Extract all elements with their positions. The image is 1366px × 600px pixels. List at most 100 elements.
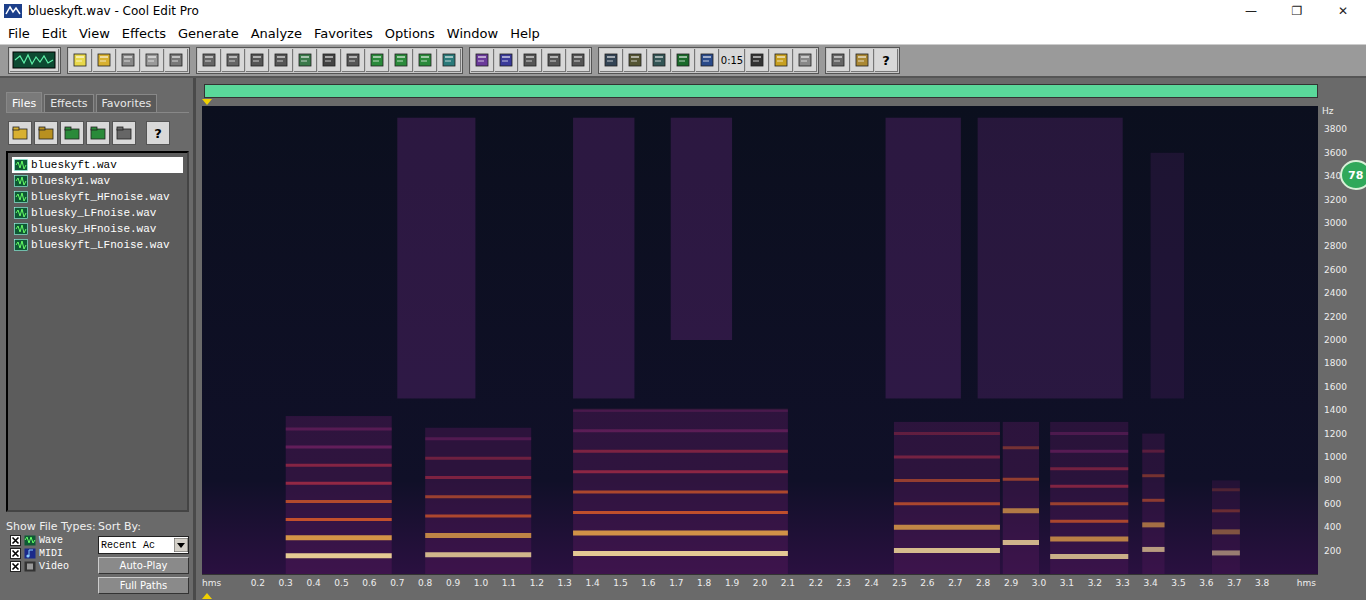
option-button[interactable]: Auto-Play	[98, 557, 189, 574]
toolbar-group	[8, 47, 61, 74]
file-item[interactable]: bluesky_HFnoise.wav	[12, 221, 183, 237]
marker-row	[202, 592, 1366, 600]
open-append-button[interactable]	[34, 121, 58, 145]
overview-range-fill	[205, 85, 1317, 97]
copy-button[interactable]	[294, 49, 317, 72]
meters-button[interactable]	[746, 49, 769, 72]
start-marker-icon[interactable]	[202, 99, 212, 105]
undo-button[interactable]	[198, 49, 221, 72]
menu-item[interactable]: Edit	[36, 26, 73, 41]
frequency-tick: 3200	[1324, 195, 1347, 205]
harmonic-band	[1212, 488, 1240, 491]
window-control-button[interactable]: ✕	[1320, 0, 1366, 22]
checkbox-icon[interactable]	[10, 548, 21, 559]
script-button[interactable]	[851, 49, 874, 72]
harmonic-band	[425, 476, 531, 479]
window-a-button[interactable]	[600, 49, 623, 72]
grid-c-button[interactable]	[567, 49, 590, 72]
file-type-option[interactable]: MIDI	[6, 548, 92, 559]
menu-item[interactable]: Generate	[172, 26, 245, 41]
menu-item[interactable]: View	[73, 26, 116, 41]
redo-button[interactable]	[222, 49, 245, 72]
settings-button[interactable]	[827, 49, 850, 72]
overview-range-bar[interactable]	[204, 84, 1318, 98]
menu-item[interactable]: Options	[379, 26, 441, 41]
zoom-tool-button[interactable]	[438, 49, 461, 72]
file-item[interactable]: blueskyft.wav	[12, 157, 183, 173]
dropdown-arrow-icon[interactable]	[174, 538, 188, 552]
organizer-tab[interactable]: Effects	[44, 94, 93, 112]
file-item[interactable]: blueskyft_LFnoise.wav	[12, 237, 183, 253]
window-b-button[interactable]	[624, 49, 647, 72]
menu-item[interactable]: Analyze	[245, 26, 308, 41]
frequency-tick: 1600	[1324, 382, 1347, 392]
window-c-button[interactable]	[648, 49, 671, 72]
cut-button[interactable]	[318, 49, 341, 72]
zoom-button[interactable]	[696, 49, 719, 72]
trim-button[interactable]	[414, 49, 437, 72]
paste-new-button[interactable]	[366, 49, 389, 72]
frequency-tick: 3000	[1324, 218, 1347, 228]
paste-button[interactable]	[342, 49, 365, 72]
harmonic-band	[1212, 550, 1240, 555]
open-folder-button[interactable]	[8, 121, 32, 145]
option-button[interactable]: Full Paths	[98, 577, 189, 594]
organizer-tab[interactable]: Favorites	[96, 94, 158, 112]
window-control-button[interactable]: —	[1228, 0, 1274, 22]
harmonic-band	[894, 502, 1000, 505]
harmonic-band	[1050, 502, 1128, 505]
end-marker-icon[interactable]	[202, 593, 212, 599]
time-button[interactable]: 0:15	[720, 49, 745, 72]
crop-button[interactable]	[270, 49, 293, 72]
time-unit: hms	[1297, 578, 1316, 588]
close-file-button[interactable]	[165, 49, 188, 72]
floating-badge[interactable]: 78	[1340, 160, 1366, 190]
blank-button[interactable]	[794, 49, 817, 72]
harmonic-band	[1050, 554, 1128, 559]
play-button[interactable]	[672, 49, 695, 72]
sort-by-dropdown[interactable]: Recent Ac	[98, 536, 189, 554]
file-type-option[interactable]: Video	[6, 561, 92, 572]
menu-item[interactable]: Help	[504, 26, 546, 41]
file-type-option[interactable]: Wave	[6, 535, 92, 546]
wave-file-icon	[14, 191, 28, 203]
voiced-energy-region	[573, 410, 788, 574]
organizer-tab[interactable]: Files	[6, 92, 42, 112]
repeat-button[interactable]	[246, 49, 269, 72]
waveform-view-button[interactable]	[10, 49, 59, 72]
close-selected-button[interactable]	[60, 121, 84, 145]
mix-paste-button[interactable]	[390, 49, 413, 72]
file-item[interactable]: blueskyft_HFnoise.wav	[12, 189, 183, 205]
menu-item[interactable]: Effects	[116, 26, 172, 41]
menu-item[interactable]: Favorites	[308, 26, 379, 41]
undo-icon	[201, 52, 217, 68]
harmonic-band	[573, 531, 788, 536]
checkbox-icon[interactable]	[10, 535, 21, 546]
open-file-button[interactable]	[93, 49, 116, 72]
checklist-icon	[498, 52, 514, 68]
save-as-button[interactable]	[141, 49, 164, 72]
multitrack-button[interactable]	[471, 49, 494, 72]
level-button[interactable]	[770, 49, 793, 72]
save-file-button[interactable]	[117, 49, 140, 72]
organizer-panel: FilesEffectsFavorites?blueskyft.wavblues…	[0, 78, 196, 600]
close-all-button[interactable]	[86, 121, 110, 145]
checklist-button[interactable]	[495, 49, 518, 72]
menu-item[interactable]: File	[2, 26, 36, 41]
file-item[interactable]: bluesky_LFnoise.wav	[12, 205, 183, 221]
file-item[interactable]: bluesky1.wav	[12, 173, 183, 189]
frequency-tick: 2400	[1324, 288, 1347, 298]
help-button[interactable]: ?	[875, 49, 898, 72]
checkbox-icon[interactable]	[10, 561, 21, 572]
spectrogram-chart[interactable]	[202, 106, 1318, 574]
wave-file-icon	[14, 239, 28, 251]
new-file-button[interactable]	[69, 49, 92, 72]
edit-file-button[interactable]	[112, 121, 136, 145]
zoom-icon	[699, 52, 715, 68]
grid-a-button[interactable]	[519, 49, 542, 72]
window-control-button[interactable]: ❐	[1274, 0, 1320, 22]
show-file-types: Show File Types:WaveMIDIVideo	[6, 520, 92, 594]
grid-b-button[interactable]	[543, 49, 566, 72]
menu-item[interactable]: Window	[441, 26, 504, 41]
help-button[interactable]: ?	[146, 121, 170, 145]
